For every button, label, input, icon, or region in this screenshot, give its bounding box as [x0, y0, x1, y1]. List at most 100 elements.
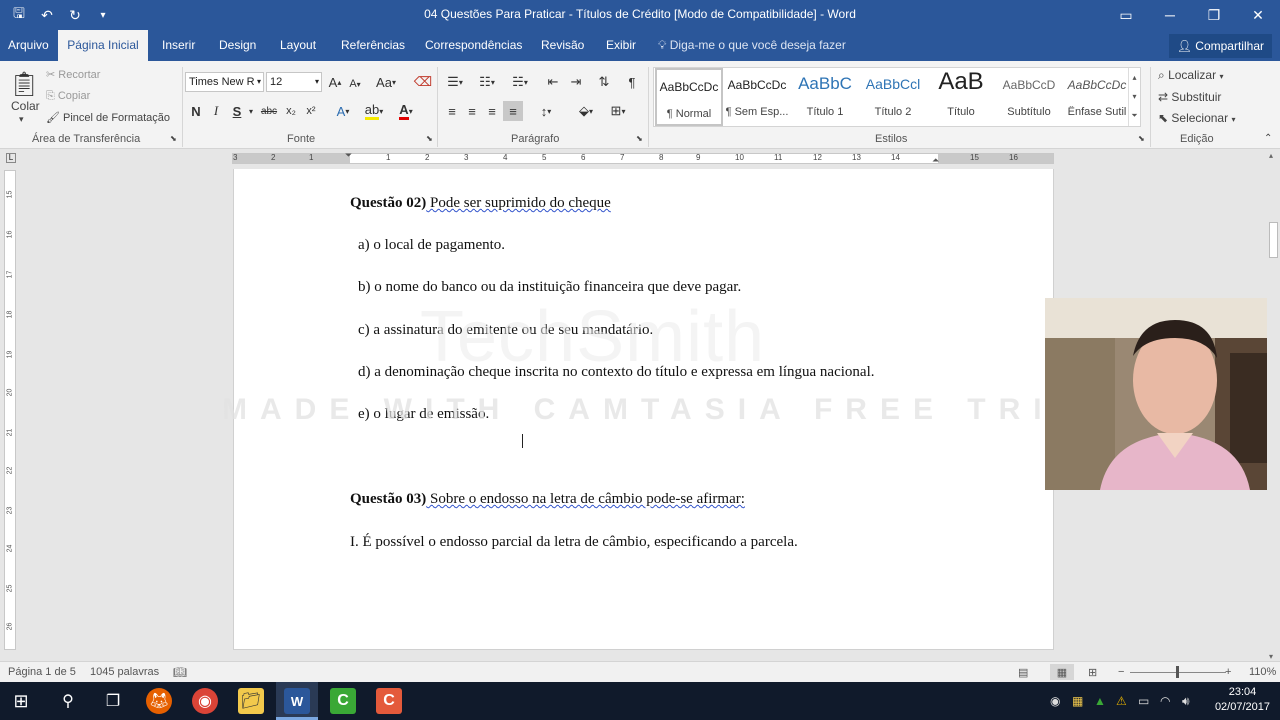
- file-explorer-icon[interactable]: 📁︎: [238, 688, 264, 714]
- indent-marker-icon[interactable]: ⏷: [345, 150, 352, 161]
- scroll-down-icon[interactable]: ▾: [1269, 652, 1273, 661]
- vertical-scrollbar[interactable]: ▴ ▾: [1267, 149, 1280, 661]
- close-button[interactable]: ✕: [1236, 0, 1280, 30]
- firefox-icon[interactable]: 🦊︎: [146, 688, 172, 714]
- find-button[interactable]: ⌕ Localizar ▾: [1158, 68, 1223, 83]
- share-button[interactable]: 👤︎ Compartilhar: [1168, 34, 1272, 58]
- scrollbar-thumb[interactable]: [1269, 222, 1278, 258]
- replace-button[interactable]: ⇄ Substituir: [1158, 90, 1221, 104]
- clipboard-launcher-icon[interactable]: ⬊: [170, 134, 177, 143]
- cut-button[interactable]: ✂ Recortar: [46, 68, 100, 81]
- word-count[interactable]: 1045 palavras: [90, 666, 159, 678]
- tab-pagina-inicial[interactable]: Página Inicial: [58, 30, 148, 61]
- increase-indent-icon[interactable]: ⇥: [566, 72, 586, 92]
- zoom-in-button[interactable]: +: [1225, 666, 1231, 678]
- zoom-level[interactable]: 110%: [1249, 666, 1276, 678]
- strikethrough-button[interactable]: abc: [258, 101, 280, 121]
- style-subtitulo[interactable]: AaBbCcD Subtítulo: [995, 68, 1063, 126]
- tell-me-box[interactable]: 💡︎ Diga-me o que você deseja fazer: [658, 30, 846, 61]
- font-color-icon[interactable]: A ▾: [393, 101, 419, 121]
- paste-dropdown-icon[interactable]: ▾: [19, 114, 24, 125]
- underline-dropdown-icon[interactable]: ▾: [246, 101, 256, 121]
- align-center-icon[interactable]: ≡: [462, 101, 482, 121]
- align-left-icon[interactable]: ≡: [442, 101, 462, 121]
- tray-drive-icon[interactable]: ▲: [1094, 694, 1106, 708]
- font-name-combo[interactable]: Times New R ▾: [185, 72, 264, 92]
- read-mode-icon[interactable]: ▤: [1018, 666, 1028, 679]
- start-windows-icon[interactable]: ⊞: [8, 688, 34, 714]
- horizontal-ruler[interactable]: 3 2 1 1 2 3 4 5 6 7 8 9 10 11 12 13 14 1…: [232, 153, 1054, 164]
- camtasia-recorder-icon[interactable]: C: [330, 688, 356, 714]
- zoom-out-button[interactable]: −: [1118, 666, 1124, 678]
- restore-button[interactable]: ❐: [1192, 0, 1236, 30]
- paste-button[interactable]: Colar: [11, 99, 40, 113]
- underline-button[interactable]: S: [228, 101, 246, 121]
- tray-battery-icon[interactable]: ▭: [1138, 694, 1149, 708]
- minimize-button[interactable]: ─: [1148, 0, 1192, 30]
- shrink-font-icon[interactable]: A ▾: [346, 74, 364, 94]
- tab-layout[interactable]: Layout: [272, 30, 324, 61]
- word-icon[interactable]: W: [284, 688, 310, 714]
- font-size-combo[interactable]: 12 ▾: [266, 72, 322, 92]
- align-right-icon[interactable]: ≡: [482, 101, 502, 121]
- borders-icon[interactable]: ⊞ ▾: [604, 101, 632, 121]
- tab-correspondencias[interactable]: Correspondências: [417, 30, 530, 61]
- font-launcher-icon[interactable]: ⬊: [426, 134, 433, 143]
- styles-launcher-icon[interactable]: ⬊: [1138, 134, 1145, 143]
- tray-wifi-icon[interactable]: ◠: [1160, 694, 1170, 708]
- bullets-icon[interactable]: ☰ ▾: [442, 72, 468, 92]
- highlight-color-icon[interactable]: ab ▾: [360, 101, 388, 121]
- collapse-ribbon-icon[interactable]: ⌃: [1264, 133, 1272, 144]
- style-normal[interactable]: AaBbCcDc ¶ Normal: [655, 68, 723, 126]
- chrome-icon[interactable]: ◉: [192, 688, 218, 714]
- bold-button[interactable]: N: [187, 101, 205, 121]
- superscript-button[interactable]: x²: [302, 101, 320, 121]
- grow-font-icon[interactable]: A ▴: [326, 72, 344, 92]
- subscript-button[interactable]: x₂: [282, 101, 300, 121]
- text-effects-icon[interactable]: A ▾: [331, 101, 355, 121]
- tray-volume-icon[interactable]: 🔊︎: [1182, 694, 1190, 709]
- zoom-slider-thumb[interactable]: [1176, 666, 1179, 678]
- right-indent-marker-icon[interactable]: ⏶: [932, 155, 939, 166]
- italic-button[interactable]: I: [207, 101, 225, 121]
- tray-chrome-icon[interactable]: ◉: [1050, 694, 1060, 708]
- task-view-icon[interactable]: ❐: [100, 688, 126, 714]
- page-count[interactable]: Página 1 de 5: [8, 666, 76, 678]
- line-spacing-icon[interactable]: ↕ ▾: [532, 101, 560, 121]
- change-case-icon[interactable]: Aa ▾: [372, 72, 400, 92]
- style-titulo[interactable]: AaB Título: [927, 68, 995, 126]
- tab-inserir[interactable]: Inserir: [154, 30, 203, 61]
- select-button[interactable]: ⬉ Selecionar ▾: [1158, 111, 1235, 125]
- numbering-icon[interactable]: ☷ ▾: [474, 72, 500, 92]
- paste-icon[interactable]: 📋︎: [9, 67, 39, 101]
- tab-exibir[interactable]: Exibir: [598, 30, 644, 61]
- style-sem-espacamento[interactable]: AaBbCcDc ¶ Sem Esp...: [723, 68, 791, 126]
- clear-formatting-icon[interactable]: ⌫: [413, 72, 433, 92]
- style-enfase-sutil[interactable]: AaBbCcDc Ênfase Sutil: [1063, 68, 1131, 126]
- camtasia-studio-icon[interactable]: C: [376, 688, 402, 714]
- tab-selector-icon[interactable]: L: [6, 153, 16, 163]
- tab-referencias[interactable]: Referências: [333, 30, 413, 61]
- scroll-up-icon[interactable]: ▴: [1269, 151, 1273, 160]
- search-icon[interactable]: ⚲: [55, 688, 81, 714]
- web-layout-icon[interactable]: ⊞: [1088, 666, 1097, 679]
- print-layout-icon[interactable]: ▦: [1050, 664, 1074, 680]
- style-titulo-1[interactable]: AaBbC Título 1: [791, 68, 859, 126]
- justify-icon[interactable]: ≡: [503, 101, 523, 121]
- ribbon-display-options-icon[interactable]: ▭: [1104, 0, 1148, 30]
- decrease-indent-icon[interactable]: ⇤: [543, 72, 563, 92]
- tab-design[interactable]: Design: [211, 30, 264, 61]
- taskbar-clock[interactable]: 23:04 02/07/2017: [1215, 685, 1270, 715]
- tray-warning-icon[interactable]: ⚠: [1116, 694, 1127, 708]
- proofing-icon[interactable]: 📖︎: [173, 666, 187, 679]
- styles-scroll-icon[interactable]: ▴ ▾ ⏷: [1128, 68, 1140, 126]
- multilevel-list-icon[interactable]: ☵ ▾: [506, 72, 534, 92]
- style-titulo-2[interactable]: AaBbCcl Título 2: [859, 68, 927, 126]
- tab-arquivo[interactable]: Arquivo: [0, 30, 57, 61]
- sort-icon[interactable]: ⇅: [594, 72, 614, 92]
- format-painter-button[interactable]: 🖌︎ Pincel de Formatação: [46, 111, 170, 124]
- copy-button[interactable]: ⎘ Copiar: [46, 90, 90, 103]
- tray-folder-icon[interactable]: ▦: [1072, 694, 1083, 708]
- shading-icon[interactable]: ⬙ ▾: [572, 101, 600, 121]
- show-formatting-icon[interactable]: ¶: [622, 72, 642, 92]
